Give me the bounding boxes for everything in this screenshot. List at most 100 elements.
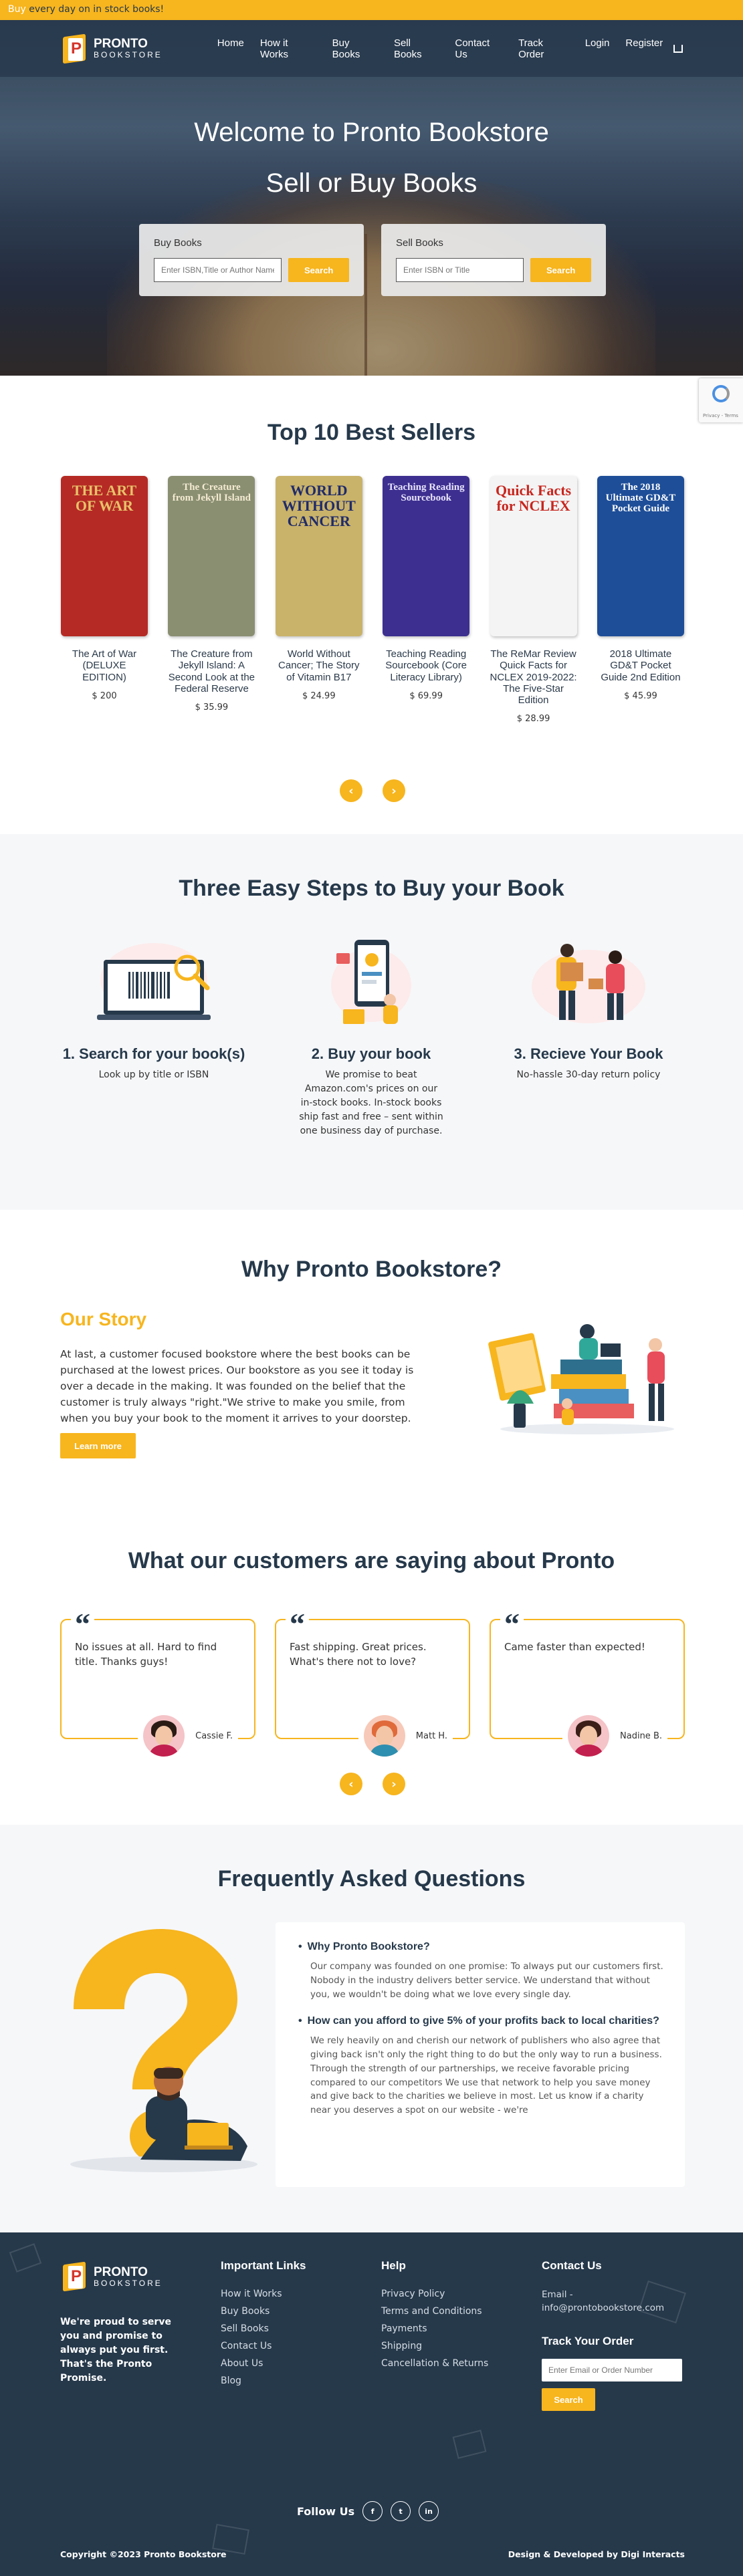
footer-link-sell-books[interactable]: Sell Books (221, 2323, 306, 2334)
footer-link-about-us[interactable]: About Us (221, 2358, 306, 2369)
book-card[interactable]: WORLD WITHOUT CANCER World Without Cancer… (275, 476, 363, 724)
recaptcha-icon (712, 385, 730, 402)
step-1-text: Look up by title or ISBN (98, 1069, 209, 1080)
book-title[interactable]: The Creature from Jekyll Island: A Secon… (167, 648, 255, 694)
book-price: $ 200 (92, 690, 117, 701)
nav-how-it-works[interactable]: How it Works (260, 37, 316, 60)
book-card[interactable]: THE ART OF WAR The Art of War (DELUXE EDI… (60, 476, 148, 724)
nav-sell-books[interactable]: Sell Books (394, 37, 439, 60)
faq-question-2[interactable]: How can you afford to give 5% of your pr… (298, 2015, 665, 2027)
question-mark-illustration (54, 1922, 268, 2176)
book-title[interactable]: Teaching Reading Sourcebook (Core Litera… (382, 648, 470, 683)
cart-icon[interactable] (673, 44, 683, 53)
step-buy: 2. Buy your book We promise to beat Amaz… (278, 933, 465, 1138)
book-cover-text: THE ART OF WAR (72, 482, 137, 515)
footer-link-buy-books[interactable]: Buy Books (221, 2306, 306, 2317)
book-cover-image[interactable]: Quick Facts for NCLEX (490, 476, 577, 636)
next-arrow-icon[interactable]: › (383, 779, 405, 802)
footer-link-shipping[interactable]: Shipping (381, 2341, 488, 2351)
avatar (363, 1715, 405, 1757)
footer-link-terms[interactable]: Terms and Conditions (381, 2306, 488, 2317)
main-nav: P PRONTO BOOKSTORE Home How it Works Buy… (0, 20, 743, 77)
step-2-text: We promise to beat Amazon.com's prices o… (299, 1069, 443, 1136)
nav-login[interactable]: Login (585, 37, 610, 60)
step-3-text: No-hassle 30-day return policy (516, 1069, 661, 1080)
footer-link-payments[interactable]: Payments (381, 2323, 488, 2334)
testimonial-text: No issues at all. Hard to find title. Th… (75, 1641, 217, 1668)
buy-books-card: Buy Books Search (139, 224, 364, 296)
book-cover-image[interactable]: Teaching Reading Sourcebook (383, 476, 470, 636)
book-card[interactable]: The Creature from Jekyll Island The Creat… (167, 476, 255, 724)
book-cover-image[interactable]: The Creature from Jekyll Island (168, 476, 255, 636)
step-3-heading: 3. Recieve Your Book (514, 1045, 663, 1062)
book-title[interactable]: 2018 Ultimate GD&T Pocket Guide 2nd Edit… (597, 648, 685, 683)
footer-logo[interactable]: P PRONTO BOOKSTORE (60, 2259, 163, 2294)
book-price: $ 45.99 (624, 690, 657, 701)
buy-search-input[interactable] (154, 258, 282, 282)
nav-links: Home How it Works Buy Books Sell Books C… (217, 37, 663, 60)
next-arrow-icon[interactable]: › (383, 1773, 405, 1795)
book-price: $ 35.99 (195, 702, 229, 713)
important-links-title: Important Links (221, 2259, 306, 2272)
book-cover-image[interactable]: WORLD WITHOUT CANCER (275, 476, 362, 636)
faq-question-1[interactable]: Why Pronto Bookstore? (298, 1941, 665, 1953)
track-order-input[interactable] (542, 2359, 682, 2382)
facebook-icon[interactable]: f (362, 2501, 383, 2521)
footer-bottom: Copyright ©2023 Pronto Bookstore Design … (60, 2549, 685, 2559)
customer-name: Matt H. (415, 1730, 447, 1741)
buy-search-button[interactable]: Search (288, 258, 349, 282)
logo-icon: P (60, 31, 90, 66)
logo[interactable]: P PRONTO BOOKSTORE (60, 31, 163, 66)
hero-title: Welcome to Pronto Bookstore (194, 118, 549, 147)
nav-home[interactable]: Home (217, 37, 244, 60)
recaptcha-badge[interactable]: Privacy - Terms (699, 378, 743, 422)
learn-more-button[interactable]: Learn more (60, 1433, 136, 1458)
testimonial-card: “No issues at all. Hard to find title. T… (60, 1609, 255, 1757)
customer-name: Nadine B. (620, 1730, 662, 1741)
testimonial-card: “Came faster than expected! Nadine B. (490, 1609, 685, 1757)
book-card[interactable]: Teaching Reading Sourcebook Teaching Read… (382, 476, 470, 724)
reading-people-illustration (487, 1303, 687, 1437)
prev-arrow-icon[interactable]: ‹ (340, 1773, 362, 1795)
footer-link-privacy[interactable]: Privacy Policy (381, 2289, 488, 2299)
book-cover-image[interactable]: THE ART OF WAR (61, 476, 148, 636)
footer-link-cancellation[interactable]: Cancellation & Returns (381, 2358, 488, 2369)
book-title[interactable]: The Art of War (DELUXE EDITION) (60, 648, 148, 683)
contact-email[interactable]: Email - info@prontobookstore.com (542, 2289, 685, 2315)
step-1-heading: 1. Search for your book(s) (62, 1045, 245, 1062)
phone-shopping-illustration (304, 933, 438, 1033)
nav-register[interactable]: Register (625, 37, 663, 60)
book-price: $ 24.99 (302, 690, 336, 701)
book-card[interactable]: Quick Facts for NCLEX The ReMar Review Qu… (490, 476, 578, 724)
hero: P PRONTO BOOKSTORE Home How it Works Buy… (0, 20, 743, 376)
sell-search-input[interactable] (396, 258, 524, 282)
book-card[interactable]: The 2018 Ultimate GD&T Pocket Guide 2018 … (597, 476, 685, 724)
help-title: Help (381, 2259, 406, 2272)
sell-search-button[interactable]: Search (530, 258, 591, 282)
nav-contact-us[interactable]: Contact Us (455, 37, 502, 60)
book-title[interactable]: World Without Cancer; The Story of Vitam… (275, 648, 363, 683)
book-title[interactable]: The ReMar Review Quick Facts for NCLEX 2… (490, 648, 578, 706)
footer-link-blog[interactable]: Blog (221, 2375, 306, 2386)
copyright: Copyright ©2023 Pronto Bookstore (60, 2549, 227, 2559)
testimonial-carousel-controls: ‹ › (340, 1773, 405, 1795)
track-order-button[interactable]: Search (542, 2388, 595, 2412)
step-receive: 3. Recieve Your Book No-hassle 30-day re… (495, 933, 682, 1138)
book-cover-text: Teaching Reading Sourcebook (387, 482, 465, 503)
buy-books-label: Buy Books (154, 237, 202, 249)
twitter-icon[interactable]: t (391, 2501, 411, 2521)
linkedin-icon[interactable]: in (419, 2501, 439, 2521)
footer-decoration (452, 2430, 487, 2459)
nav-buy-books[interactable]: Buy Books (332, 37, 378, 60)
hero-subtitle: Sell or Buy Books (266, 168, 477, 198)
book-cover-image[interactable]: The 2018 Ultimate GD&T Pocket Guide (597, 476, 684, 636)
important-links: Important Links How it Works Buy Books S… (221, 2259, 306, 2393)
footer-link-how-it-works[interactable]: How it Works (221, 2289, 306, 2299)
prev-arrow-icon[interactable]: ‹ (340, 779, 362, 802)
developer-credit[interactable]: Design & Developed by Digi Interacts (508, 2549, 685, 2559)
delivery-illustration (522, 933, 655, 1033)
book-cover-text: Quick Facts for NCLEX (496, 482, 572, 515)
testimonial-text: Came faster than expected! (504, 1641, 645, 1653)
nav-track-order[interactable]: Track Order (518, 37, 569, 60)
footer-link-contact-us[interactable]: Contact Us (221, 2341, 306, 2351)
